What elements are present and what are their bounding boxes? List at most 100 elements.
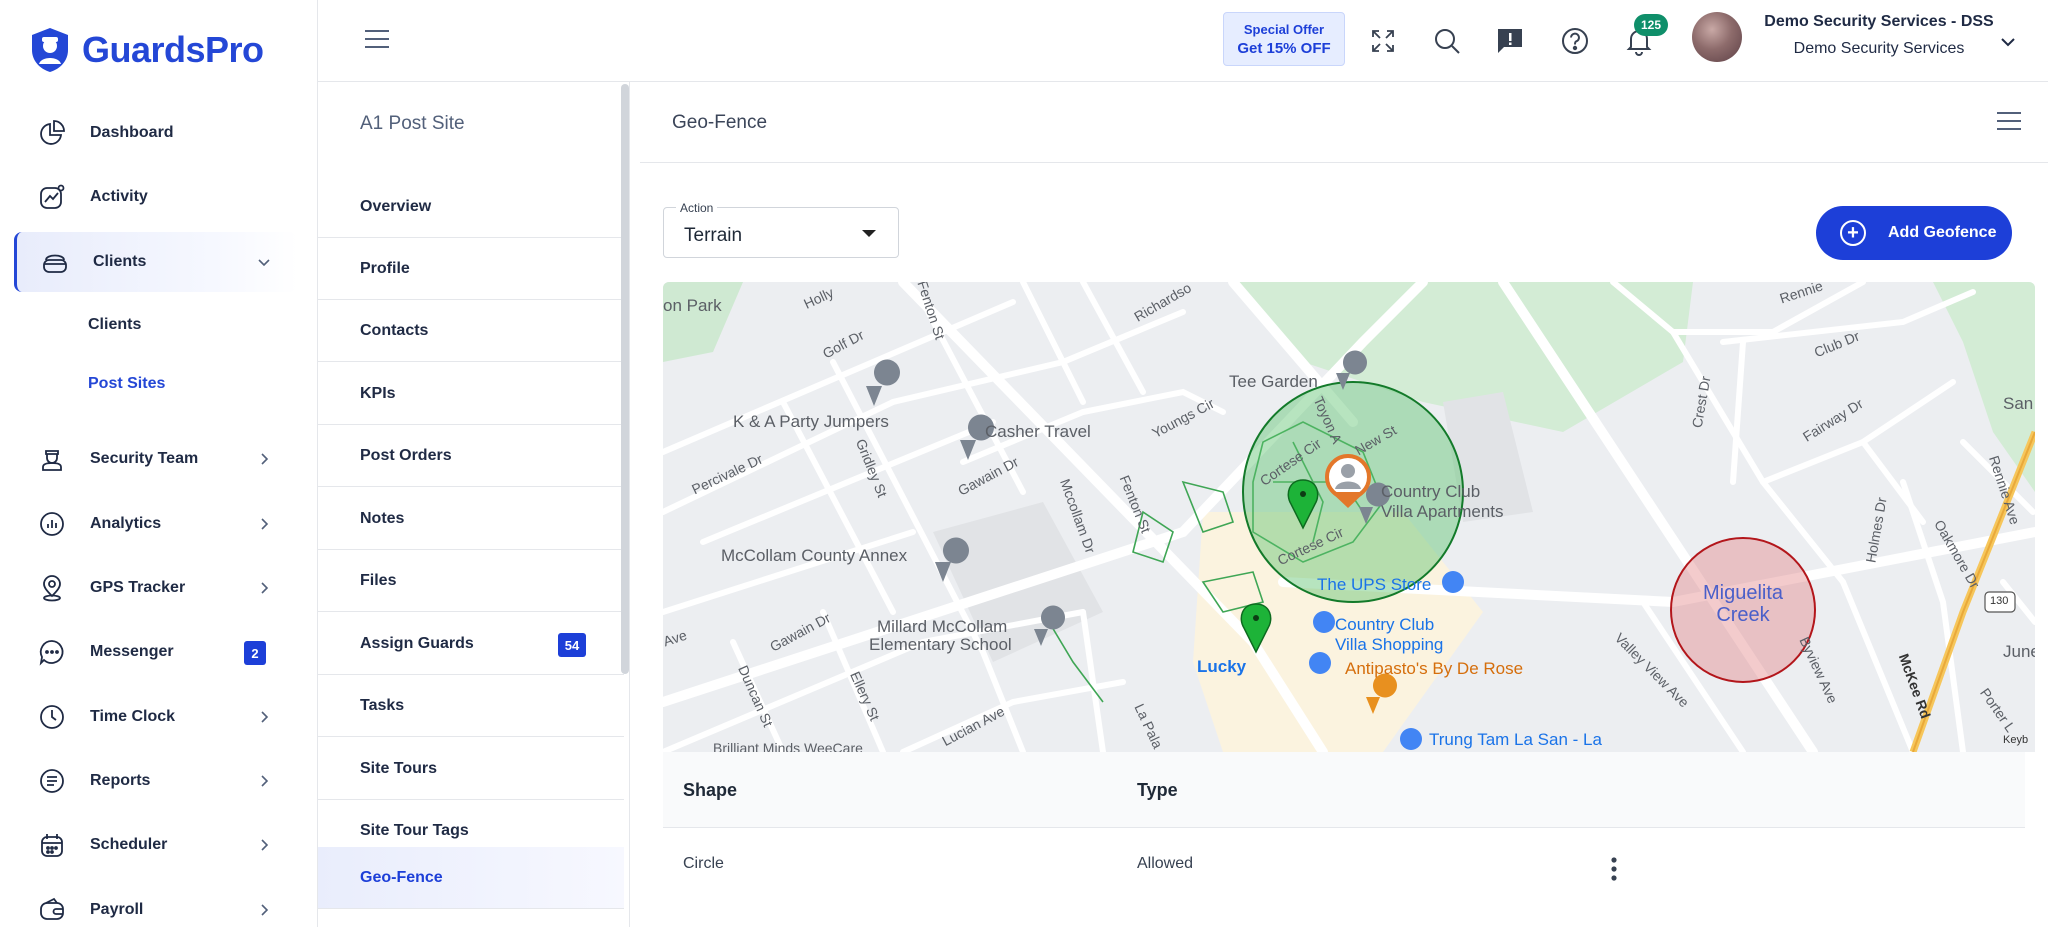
table-cell-shape: Circle [683, 855, 724, 872]
map-label: Miguelita [1702, 582, 1784, 604]
feedback-icon[interactable] [1493, 24, 1527, 58]
avatar[interactable] [1692, 12, 1742, 62]
site-menu-files[interactable]: Files [318, 550, 624, 612]
sidebar-item-security-team[interactable]: Security Team [14, 429, 298, 489]
map-label: Villa Apartments [1381, 502, 1504, 521]
analytics-icon [36, 508, 68, 540]
user-organization[interactable]: Demo Security Services [1748, 40, 2010, 58]
map-label: 130 [1990, 595, 2009, 607]
guard-icon [36, 443, 68, 475]
site-menu-scrollbar[interactable] [621, 84, 629, 674]
notification-count-badge: 125 [1634, 14, 1668, 36]
map-label: Antipasto's By De Rose [1345, 659, 1524, 678]
chevron-right-icon [256, 709, 272, 730]
sidebar-item-clients[interactable]: Clients [14, 232, 298, 292]
brand-name: GuardsPro [82, 29, 264, 70]
site-menu-kpis[interactable]: KPIs [318, 363, 624, 425]
column-header-shape[interactable]: Shape [683, 780, 737, 801]
map-label: Country Club [1335, 615, 1435, 634]
brand-logo[interactable]: GuardsPro [28, 26, 264, 74]
site-menu-label: Assign Guards [360, 634, 474, 652]
clients-icon [39, 246, 71, 278]
chevron-right-icon [256, 837, 272, 858]
chat-icon [36, 636, 68, 668]
sidebar-item-label: Payroll [90, 901, 144, 918]
sidebar-item-reports[interactable]: Reports [14, 751, 298, 811]
site-menu-notes[interactable]: Notes [318, 488, 624, 550]
sidebar-item-label: Analytics [90, 515, 162, 532]
site-menu-assign-guards[interactable]: Assign Guards 54 [318, 613, 624, 675]
help-icon[interactable] [1558, 24, 1592, 58]
sidebar-item-payroll[interactable]: Payroll [14, 880, 298, 940]
sidebar-item-gps-tracker[interactable]: GPS Tracker [14, 558, 298, 618]
sidebar-item-label: Dashboard [90, 124, 174, 141]
offer-discount: Get 15% OFF [1237, 40, 1331, 57]
map-label: Brilliant Minds WeeCare [713, 740, 863, 752]
sidebar-item-label: Scheduler [90, 836, 168, 853]
panel-header: Geo-Fence [640, 82, 2048, 163]
sidebar-item-analytics[interactable]: Analytics [14, 494, 298, 554]
sidebar-subitem-clients[interactable]: Clients [88, 316, 141, 334]
site-menu-contacts[interactable]: Contacts [318, 300, 624, 362]
sidebar-item-label: Reports [90, 772, 151, 789]
sidebar-item-label: Messenger [90, 643, 174, 660]
map-type-select[interactable]: Action Terrain [663, 201, 899, 258]
map-label: Creek [1716, 604, 1770, 626]
map-label: K & A Party Jumpers [733, 412, 889, 431]
post-site-menu: A1 Post Site Overview Profile Contacts K… [318, 82, 630, 927]
chevron-right-icon [256, 773, 272, 794]
more-vertical-icon[interactable] [1610, 856, 1618, 887]
map-label: June [2003, 642, 2035, 661]
page-title: Geo-Fence [672, 112, 768, 133]
map-label: Lucky [1197, 657, 1247, 676]
site-menu-overview[interactable]: Overview [318, 176, 624, 238]
clock-icon [36, 701, 68, 733]
map-label: Millard McCollam [877, 617, 1008, 636]
user-name[interactable]: Demo Security Services - DSS [1748, 13, 2010, 31]
chevron-right-icon [256, 902, 272, 923]
special-offer-button[interactable]: Special Offer Get 15% OFF [1223, 12, 1345, 66]
report-icon [36, 765, 68, 797]
plus-circle-icon: + [1840, 220, 1866, 246]
sidebar-item-dashboard[interactable]: Dashboard [14, 103, 298, 163]
map-label: San [2003, 394, 2034, 413]
add-geofence-label: Add Geofence [1888, 224, 1997, 241]
offer-title: Special Offer [1243, 22, 1325, 37]
map-type-label: Action [676, 201, 718, 215]
location-pin-icon [36, 572, 68, 604]
sidebar-item-messenger[interactable]: Messenger 2 [14, 622, 298, 682]
wallet-icon [36, 894, 68, 926]
sidebar-item-label: Security Team [90, 450, 199, 467]
chevron-down-icon[interactable] [1998, 32, 2018, 57]
map-label: The UPS Store [1317, 575, 1432, 594]
sidebar-item-label: Activity [90, 188, 148, 205]
map-label: Casher Travel [985, 422, 1091, 441]
main-sidebar: GuardsPro Dashboard Activity Clients Cli… [0, 0, 318, 927]
sidebar-item-time-clock[interactable]: Time Clock [14, 687, 298, 747]
add-geofence-button[interactable]: + Add Geofence [1816, 206, 2012, 260]
fullscreen-icon[interactable] [1366, 24, 1400, 58]
geofence-table-header: Shape Type [663, 752, 2025, 828]
geofence-map[interactable]: on Park Holly Golf Dr Fenton St Richards… [663, 282, 2035, 752]
chevron-right-icon [256, 451, 272, 472]
calendar-icon [36, 829, 68, 861]
site-menu-profile[interactable]: Profile [318, 238, 624, 300]
sidebar-item-scheduler[interactable]: Scheduler [14, 815, 298, 875]
map-label: Villa Shopping [1335, 635, 1444, 654]
sidebar-subitem-post-sites[interactable]: Post Sites [88, 375, 165, 393]
post-site-title: A1 Post Site [360, 113, 465, 134]
site-menu-site-tours[interactable]: Site Tours [318, 738, 624, 800]
activity-chart-icon [36, 181, 68, 213]
site-menu-geo-fence[interactable]: Geo-Fence [318, 847, 624, 909]
site-menu-post-orders[interactable]: Post Orders [318, 425, 624, 487]
map-label: Tee Garden [1229, 372, 1318, 391]
column-header-type[interactable]: Type [1137, 780, 1178, 801]
panel-menu-icon[interactable] [1996, 110, 2022, 137]
chevron-down-icon [256, 254, 272, 275]
chevron-right-icon [256, 580, 272, 601]
sidebar-item-label: GPS Tracker [90, 579, 186, 596]
search-icon[interactable] [1430, 24, 1464, 58]
sidebar-item-activity[interactable]: Activity [14, 167, 298, 227]
hamburger-menu-icon[interactable] [364, 28, 390, 55]
site-menu-tasks[interactable]: Tasks [318, 675, 624, 737]
